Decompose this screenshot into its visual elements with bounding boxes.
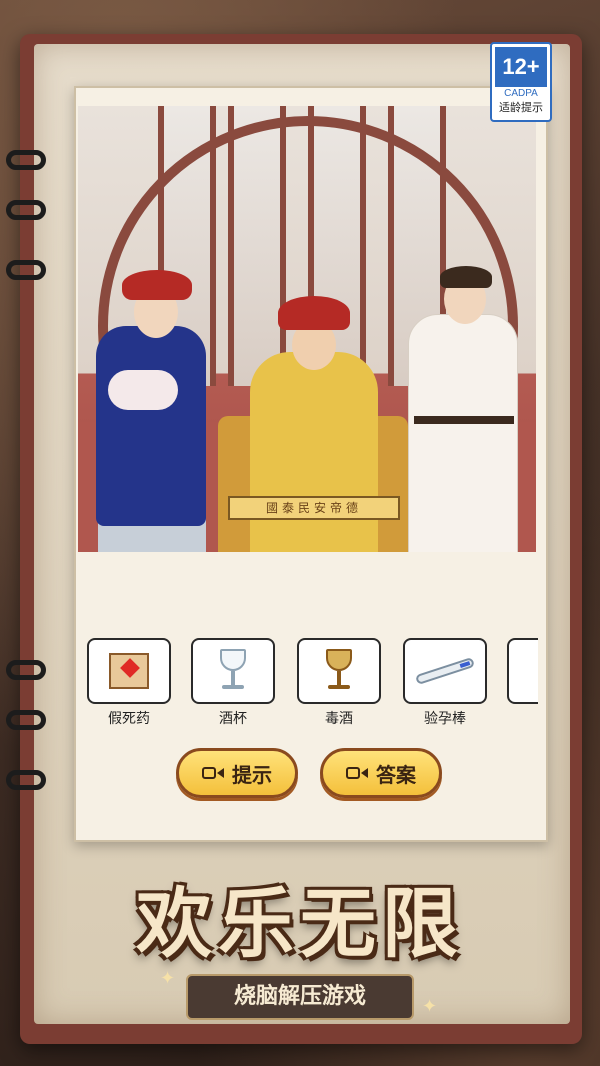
answer-button-label: 答案: [376, 762, 416, 787]
game-title: 欢乐无限: [136, 879, 464, 968]
video-camera-icon: [346, 765, 368, 781]
sparkle-icon: ✦: [160, 968, 176, 989]
consort-robe: [96, 326, 206, 526]
item-slot[interactable]: 酒杯: [190, 638, 276, 728]
pregnancy-test-icon: [414, 656, 476, 686]
age-rating-badge: 12+ CADPA 适龄提示: [490, 42, 552, 122]
poison-wine-icon: [322, 649, 356, 693]
prince-belt: [414, 416, 514, 424]
item-box[interactable]: [87, 638, 171, 704]
prince-robe: [408, 314, 518, 552]
throne-banner: 國泰民安帝德: [228, 496, 400, 520]
game-subtitle: 烧脑解压游戏: [186, 974, 414, 1020]
rating-org: CADPA: [504, 88, 538, 99]
item-box[interactable]: [403, 638, 487, 704]
item-slot[interactable]: 验孕棒: [402, 638, 488, 728]
binder-ring: [6, 660, 46, 680]
emperor-hat: [278, 296, 350, 330]
binder-ring: [6, 710, 46, 730]
item-slot[interactable]: ✿: [506, 638, 538, 708]
hint-button[interactable]: 提示: [176, 748, 298, 798]
binder-ring: [6, 150, 46, 170]
item-bar: 假死药 酒杯 毒酒 验孕棒 ✿: [84, 638, 538, 728]
puzzle-scene[interactable]: 國泰民安帝德: [78, 106, 536, 552]
item-box[interactable]: ✿: [507, 638, 538, 704]
item-label: 验孕棒: [424, 711, 466, 727]
baby-bundle[interactable]: [108, 370, 178, 410]
consort-hat: [122, 270, 192, 300]
item-label: 酒杯: [219, 711, 247, 727]
item-slot[interactable]: 毒酒: [296, 638, 382, 728]
hint-button-label: 提示: [232, 762, 272, 787]
age-rating: 12+: [495, 47, 547, 87]
sparkle-icon: ✦: [422, 996, 438, 1017]
medicine-packet-icon: [109, 653, 149, 689]
item-box[interactable]: [191, 638, 275, 704]
binder-ring: [6, 260, 46, 280]
emperor-robe: [250, 352, 378, 552]
prince-hat: [440, 266, 492, 288]
item-label: 假死药: [108, 711, 150, 727]
rating-tip: 适龄提示: [499, 101, 543, 114]
video-camera-icon: [202, 765, 224, 781]
item-box[interactable]: [297, 638, 381, 704]
item-label: 毒酒: [325, 711, 353, 727]
wine-glass-icon: [216, 649, 250, 693]
binder-ring: [6, 770, 46, 790]
binder-ring: [6, 200, 46, 220]
item-slot[interactable]: 假死药: [86, 638, 172, 728]
answer-button[interactable]: 答案: [320, 748, 442, 798]
